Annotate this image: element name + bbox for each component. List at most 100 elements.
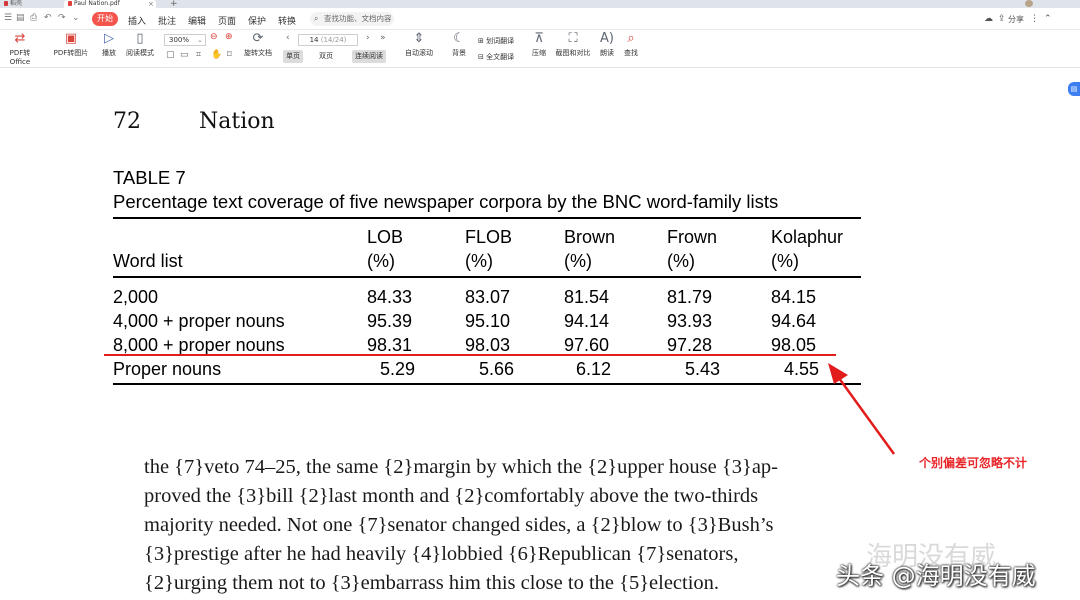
hand-icon[interactable]: ✋ — [211, 50, 222, 60]
print-icon[interactable]: ⎙ — [30, 13, 37, 23]
table-cell: 84.33 — [367, 287, 413, 307]
read-aloud-button[interactable]: A) 朗读 — [596, 32, 618, 58]
table-bottom-rule — [113, 383, 861, 385]
crop-icon[interactable]: ⌑ — [227, 50, 232, 60]
fit-page-icon[interactable]: ▢ — [166, 50, 175, 60]
share-button[interactable]: 分享 — [1008, 14, 1024, 25]
paragraph-line: the {7}veto 74–25, the same {2}margin by… — [144, 456, 778, 478]
table-top-rule — [113, 217, 861, 219]
save-icon[interactable]: ▤ — [16, 13, 25, 23]
rotate-button[interactable]: ⟳ 旋转文档 — [242, 32, 274, 58]
menu-bar: ☰ ▤ ⎙ ↶ ↷ ⌄ 开始 插入 批注 编辑 页面 保护 转换 ⌕ 查找功能、… — [0, 8, 1080, 30]
table-cell: 5.66 — [478, 359, 514, 379]
table-cell: 84.15 — [771, 287, 817, 307]
translate-label: 划词翻译 — [486, 37, 515, 45]
rotate-label: 旋转文档 — [244, 49, 272, 57]
table-row-label: 8,000 + proper nouns — [113, 335, 285, 355]
menu-comment[interactable]: 批注 — [158, 14, 176, 27]
table-cell: 98.05 — [771, 335, 817, 355]
table-cell: 5.43 — [684, 359, 720, 379]
ribbon-toolbar: ⇄ PDF转Office ▣ PDF转图片 ▷ 播放 ▯ 阅读模式 300% ⌄… — [0, 30, 1080, 68]
compress-button[interactable]: ⊼ 压缩 — [528, 32, 550, 58]
play-label: 播放 — [102, 49, 116, 57]
annotation-note: 个别偏差可忽略不计 — [919, 456, 1028, 470]
read-aloud-label: 朗读 — [600, 49, 614, 57]
view-single-page[interactable]: 单页 — [283, 50, 303, 63]
select-icon[interactable]: ⌗ — [196, 50, 201, 60]
full-translate-icon: ⊟ — [478, 53, 487, 61]
paragraph-line: {3}prestige after he had heavily {4}lobb… — [144, 543, 739, 565]
fit-width-icon[interactable]: ▭ — [180, 50, 189, 60]
menu-convert[interactable]: 转换 — [278, 14, 296, 27]
zoom-select[interactable]: 300% ⌄ — [164, 34, 206, 46]
view-continuous[interactable]: 连续阅读 — [352, 50, 386, 63]
pdf-to-office-button[interactable]: ⇄ PDF转Office — [0, 31, 40, 67]
cloud-icon[interactable]: ☁ — [984, 14, 993, 24]
share-icon[interactable]: ⇪ — [998, 14, 1006, 24]
zoom-out-icon[interactable]: ⊖ — [210, 32, 218, 42]
page-number-input[interactable]: 14 (14/24) — [298, 34, 358, 46]
table-cell: 95.39 — [367, 311, 413, 331]
menu-edit[interactable]: 编辑 — [188, 14, 206, 27]
page-current: 14 — [309, 36, 319, 44]
menu-icon[interactable]: ☰ — [4, 13, 12, 23]
menu-start[interactable]: 开始 — [92, 12, 118, 26]
table-cell: 98.31 — [367, 335, 413, 355]
full-translate-button[interactable]: ⊟ 全文翻译 — [478, 52, 514, 62]
redo-icon[interactable]: ↷ — [58, 13, 66, 23]
view-double-label: 双页 — [319, 52, 333, 60]
table-cell: 4.55 — [783, 359, 819, 379]
table-row-label: 2,000 — [113, 287, 159, 307]
auto-scroll-icon: ⇕ — [413, 31, 425, 46]
view-single-label: 单页 — [286, 52, 300, 60]
last-page-icon[interactable]: » — [380, 33, 386, 43]
tab-label: Paul Nation.pdf — [74, 0, 120, 7]
table-header-brown: Brown — [564, 227, 616, 247]
table-header-unit: (%) — [771, 251, 799, 271]
watermark: 头条 @海明没有威 — [836, 562, 1036, 590]
menu-insert[interactable]: 插入 — [128, 14, 146, 27]
translate-button[interactable]: ⊞ 划词翻译 — [478, 36, 514, 46]
zoom-in-icon[interactable]: ⊕ — [225, 32, 233, 42]
pdf-to-image-button[interactable]: ▣ PDF转图片 — [52, 32, 90, 58]
avatar[interactable] — [1025, 0, 1033, 7]
menu-page[interactable]: 页面 — [218, 14, 236, 27]
undo-icon[interactable]: ↶ — [44, 13, 52, 23]
find-button[interactable]: ⌕ 查找 — [620, 32, 642, 58]
screenshot-label: 截图和对比 — [555, 49, 591, 57]
screenshot-button[interactable]: ⛶ 截图和对比 — [554, 32, 592, 58]
search-placeholder: 查找功能、文档内容 — [324, 14, 392, 23]
tab-pdf-document[interactable]: Paul Nation.pdf — [64, 0, 156, 8]
more-icon[interactable]: ⋮ — [1030, 14, 1039, 24]
table-cell: 97.60 — [564, 335, 610, 355]
read-mode-label: 阅读模式 — [126, 49, 154, 57]
chevron-down-icon[interactable]: ⌄ — [72, 13, 80, 23]
table-header-kolaphur: Kolaphur — [771, 227, 844, 247]
table-cell: 81.54 — [564, 287, 610, 307]
side-panel-button[interactable]: ▤ — [1068, 82, 1080, 96]
paragraph-line: majority needed. Not one {7}senator chan… — [144, 514, 774, 536]
view-double-page[interactable]: 双页 — [316, 50, 336, 63]
prev-page-icon[interactable]: ‹ — [286, 33, 290, 43]
play-button[interactable]: ▷ 播放 — [98, 32, 120, 58]
tab-strip: 稻壳 Paul Nation.pdf × + — [0, 0, 1080, 9]
paragraph-line: proved the {3}bill {2}last month and {2}… — [144, 485, 759, 507]
menu-protect[interactable]: 保护 — [248, 14, 266, 27]
pdf-to-office-icon: ⇄ — [14, 31, 26, 46]
read-aloud-icon: A) — [600, 31, 614, 46]
table-cell: 83.07 — [465, 287, 511, 307]
paragraph-line: {2}urging them not to {3}embarrass him t… — [144, 572, 720, 594]
chevron-up-icon[interactable]: ⌃ — [1044, 14, 1052, 24]
table-header-rule — [113, 276, 861, 278]
tab-docer[interactable]: 稻壳 — [0, 0, 56, 8]
next-page-icon[interactable]: › — [366, 33, 370, 43]
tab-label: 稻壳 — [10, 0, 23, 7]
background-button[interactable]: ☾ 背景 — [446, 32, 472, 58]
auto-scroll-button[interactable]: ⇕ 自动滚动 — [400, 32, 438, 58]
search-input[interactable]: ⌕ 查找功能、文档内容 — [310, 12, 394, 26]
full-translate-label: 全文翻译 — [486, 53, 515, 61]
page-total: (14/24) — [320, 36, 347, 44]
close-tab-icon[interactable]: × — [148, 0, 154, 8]
read-mode-button[interactable]: ▯ 阅读模式 — [124, 32, 156, 58]
table-cell: 97.28 — [667, 335, 713, 355]
